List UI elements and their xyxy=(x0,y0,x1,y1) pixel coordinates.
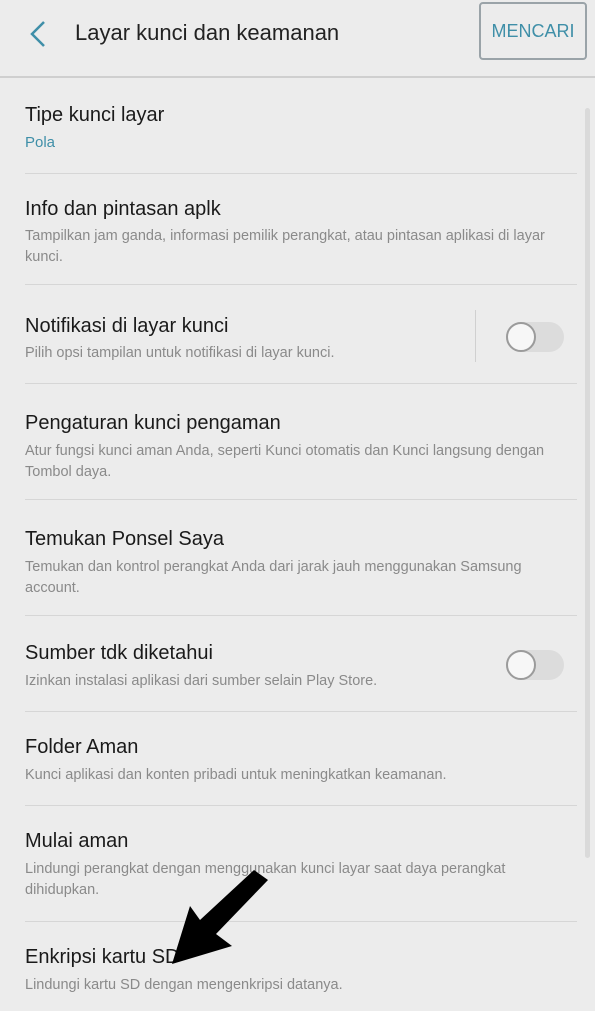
screen: Layar kunci dan keamanan MENCARI Tipe ku… xyxy=(0,0,595,1011)
setting-item-find-my-mobile[interactable]: Temukan Ponsel Saya Temukan dan kontrol … xyxy=(0,500,595,615)
annotation-arrow-icon xyxy=(172,870,268,964)
setting-value: Pola xyxy=(25,134,56,151)
back-button[interactable] xyxy=(18,14,58,54)
setting-subtitle: Lindungi perangkat dengan menggunakan ku… xyxy=(25,861,506,898)
vertical-separator xyxy=(475,310,476,362)
setting-subtitle: Temukan dan kontrol perangkat Anda dari … xyxy=(25,559,522,596)
setting-item-info-shortcuts[interactable]: Info dan pintasan aplk Tampilkan jam gan… xyxy=(0,174,595,284)
setting-title: Info dan pintasan aplk xyxy=(25,198,221,220)
setting-title: Pengaturan kunci pengaman xyxy=(25,412,281,434)
toggle-knob xyxy=(506,322,536,352)
app-bar: Layar kunci dan keamanan MENCARI xyxy=(0,0,595,78)
setting-item-secure-startup[interactable]: Mulai aman Lindungi perangkat dengan men… xyxy=(0,806,595,921)
setting-title: Sumber tdk diketahui xyxy=(25,642,213,664)
unknown-sources-toggle[interactable] xyxy=(506,650,564,680)
notifications-toggle[interactable] xyxy=(506,322,564,352)
setting-title: Notifikasi di layar kunci xyxy=(25,315,229,337)
setting-subtitle: Atur fungsi kunci aman Anda, seperti Kun… xyxy=(25,443,545,480)
setting-title: Temukan Ponsel Saya xyxy=(25,528,225,550)
setting-title: Mulai aman xyxy=(25,830,129,852)
setting-item-screen-lock-type[interactable]: Tipe kunci layar Pola xyxy=(0,78,595,173)
setting-item-secure-folder[interactable]: Folder Aman Kunci aplikasi dan konten pr… xyxy=(0,712,595,805)
setting-subtitle: Tampilkan jam ganda, informasi pemilik p… xyxy=(25,228,545,265)
page-title: Layar kunci dan keamanan xyxy=(75,20,340,45)
setting-item-secure-lock[interactable]: Pengaturan kunci pengaman Atur fungsi ku… xyxy=(0,384,595,499)
setting-subtitle: Izinkan instalasi aplikasi dari sumber s… xyxy=(25,673,378,689)
search-button[interactable]: MENCARI xyxy=(479,2,587,60)
setting-subtitle: Lindungi kartu SD dengan mengenkripsi da… xyxy=(25,977,343,993)
setting-item-encrypt-sd-card[interactable]: Enkripsi kartu SD Lindungi kartu SD deng… xyxy=(0,922,595,1011)
toggle-knob xyxy=(506,650,536,680)
setting-subtitle: Kunci aplikasi dan konten pribadi untuk … xyxy=(25,767,447,783)
scrollbar[interactable] xyxy=(585,108,590,858)
chevron-left-icon xyxy=(30,21,45,47)
setting-title: Tipe kunci layar xyxy=(25,104,165,126)
setting-subtitle: Pilih opsi tampilan untuk notifikasi di … xyxy=(25,345,335,361)
setting-title: Folder Aman xyxy=(25,736,139,758)
